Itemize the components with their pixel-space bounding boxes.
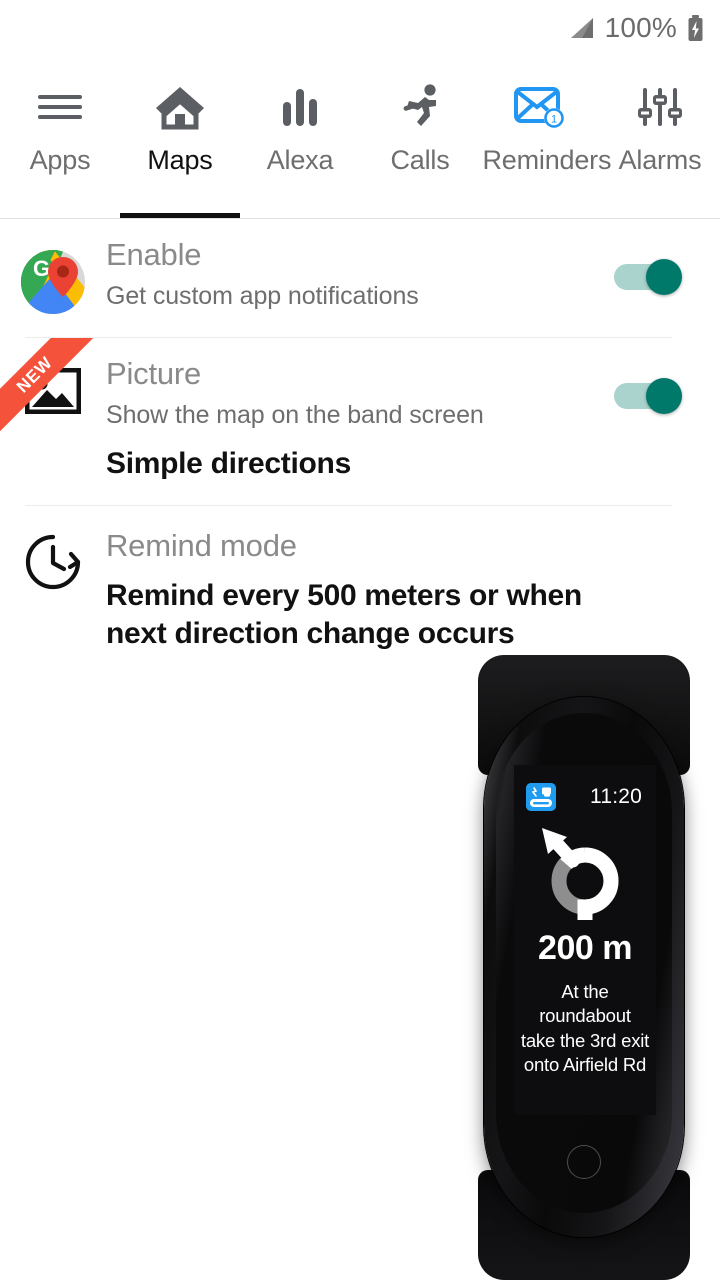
tab-reminders[interactable]: 1 Reminders xyxy=(480,56,600,218)
status-bar: 100% xyxy=(0,0,720,56)
row-title-enable: Enable xyxy=(106,237,590,274)
new-badge-ribbon: NEW xyxy=(0,338,130,448)
settings-list: G Enable Get custom app notifications xyxy=(0,219,720,654)
sliders-icon[interactable] xyxy=(637,78,683,136)
toggle-knob xyxy=(646,259,682,295)
settings-row-remind-mode[interactable]: Remind mode Remind every 500 meters or w… xyxy=(0,506,720,653)
toggle-knob xyxy=(646,378,682,414)
app-screen: 100% Apps xyxy=(0,0,720,1280)
tab-indicator-maps xyxy=(120,213,240,218)
envelope-badge-icon[interactable]: 1 xyxy=(513,78,567,136)
row-title-picture: Picture xyxy=(106,356,590,393)
tab-label-alarms: Alarms xyxy=(619,146,702,174)
tab-label-reminders: Reminders xyxy=(483,146,598,174)
navigation-app-icon xyxy=(526,783,556,811)
toggle-picture[interactable] xyxy=(614,378,682,414)
band-instruction: At the roundabout take the 3rd exit onto… xyxy=(514,980,656,1078)
signal-triangle-icon xyxy=(569,17,595,39)
google-maps-icon: G xyxy=(0,237,106,315)
bar-chart-icon[interactable] xyxy=(280,78,320,136)
home-icon[interactable] xyxy=(153,78,207,136)
running-person-icon[interactable] xyxy=(396,78,444,136)
battery-charging-icon xyxy=(687,15,704,42)
tab-label-alexa: Alexa xyxy=(267,146,334,174)
tab-apps[interactable]: Apps xyxy=(0,56,120,218)
tab-alexa[interactable]: Alexa xyxy=(240,56,360,218)
settings-row-enable[interactable]: G Enable Get custom app notifications xyxy=(0,219,720,338)
fitness-band-preview: 11:20 200 m At the roundabout take the 3… xyxy=(470,655,698,1280)
tab-maps[interactable]: Maps xyxy=(120,56,240,218)
band-home-button[interactable] xyxy=(567,1145,601,1179)
new-badge-label: NEW xyxy=(13,353,57,397)
battery-percentage: 100% xyxy=(605,12,677,44)
band-screen: 11:20 200 m At the roundabout take the 3… xyxy=(514,765,656,1115)
clock-history-icon xyxy=(0,528,106,590)
svg-text:1: 1 xyxy=(551,114,557,126)
roundabout-3rd-exit-icon xyxy=(514,825,656,923)
tab-bar: Apps Maps xyxy=(0,56,720,219)
tab-label-maps: Maps xyxy=(147,146,212,174)
settings-row-picture[interactable]: NEW Picture Show the map on the band scr… xyxy=(0,338,720,506)
tab-calls[interactable]: Calls xyxy=(360,56,480,218)
row-value-picture[interactable]: Simple directions xyxy=(106,445,590,483)
tab-label-calls: Calls xyxy=(390,146,449,174)
row-subtitle-enable: Get custom app notifications xyxy=(106,280,590,313)
row-title-remind-mode: Remind mode xyxy=(106,528,590,565)
tab-label-apps: Apps xyxy=(30,146,91,174)
row-subtitle-picture: Show the map on the band screen xyxy=(106,399,590,432)
band-distance: 200 m xyxy=(514,929,656,968)
band-time: 11:20 xyxy=(590,785,642,809)
tab-alarms[interactable]: Alarms xyxy=(600,56,720,218)
svg-text:G: G xyxy=(33,256,50,281)
row-value-remind-mode[interactable]: Remind every 500 meters or when next dir… xyxy=(106,577,590,654)
hamburger-menu-icon[interactable] xyxy=(37,78,83,136)
toggle-enable[interactable] xyxy=(614,259,682,295)
row-control-placeholder xyxy=(600,528,696,550)
